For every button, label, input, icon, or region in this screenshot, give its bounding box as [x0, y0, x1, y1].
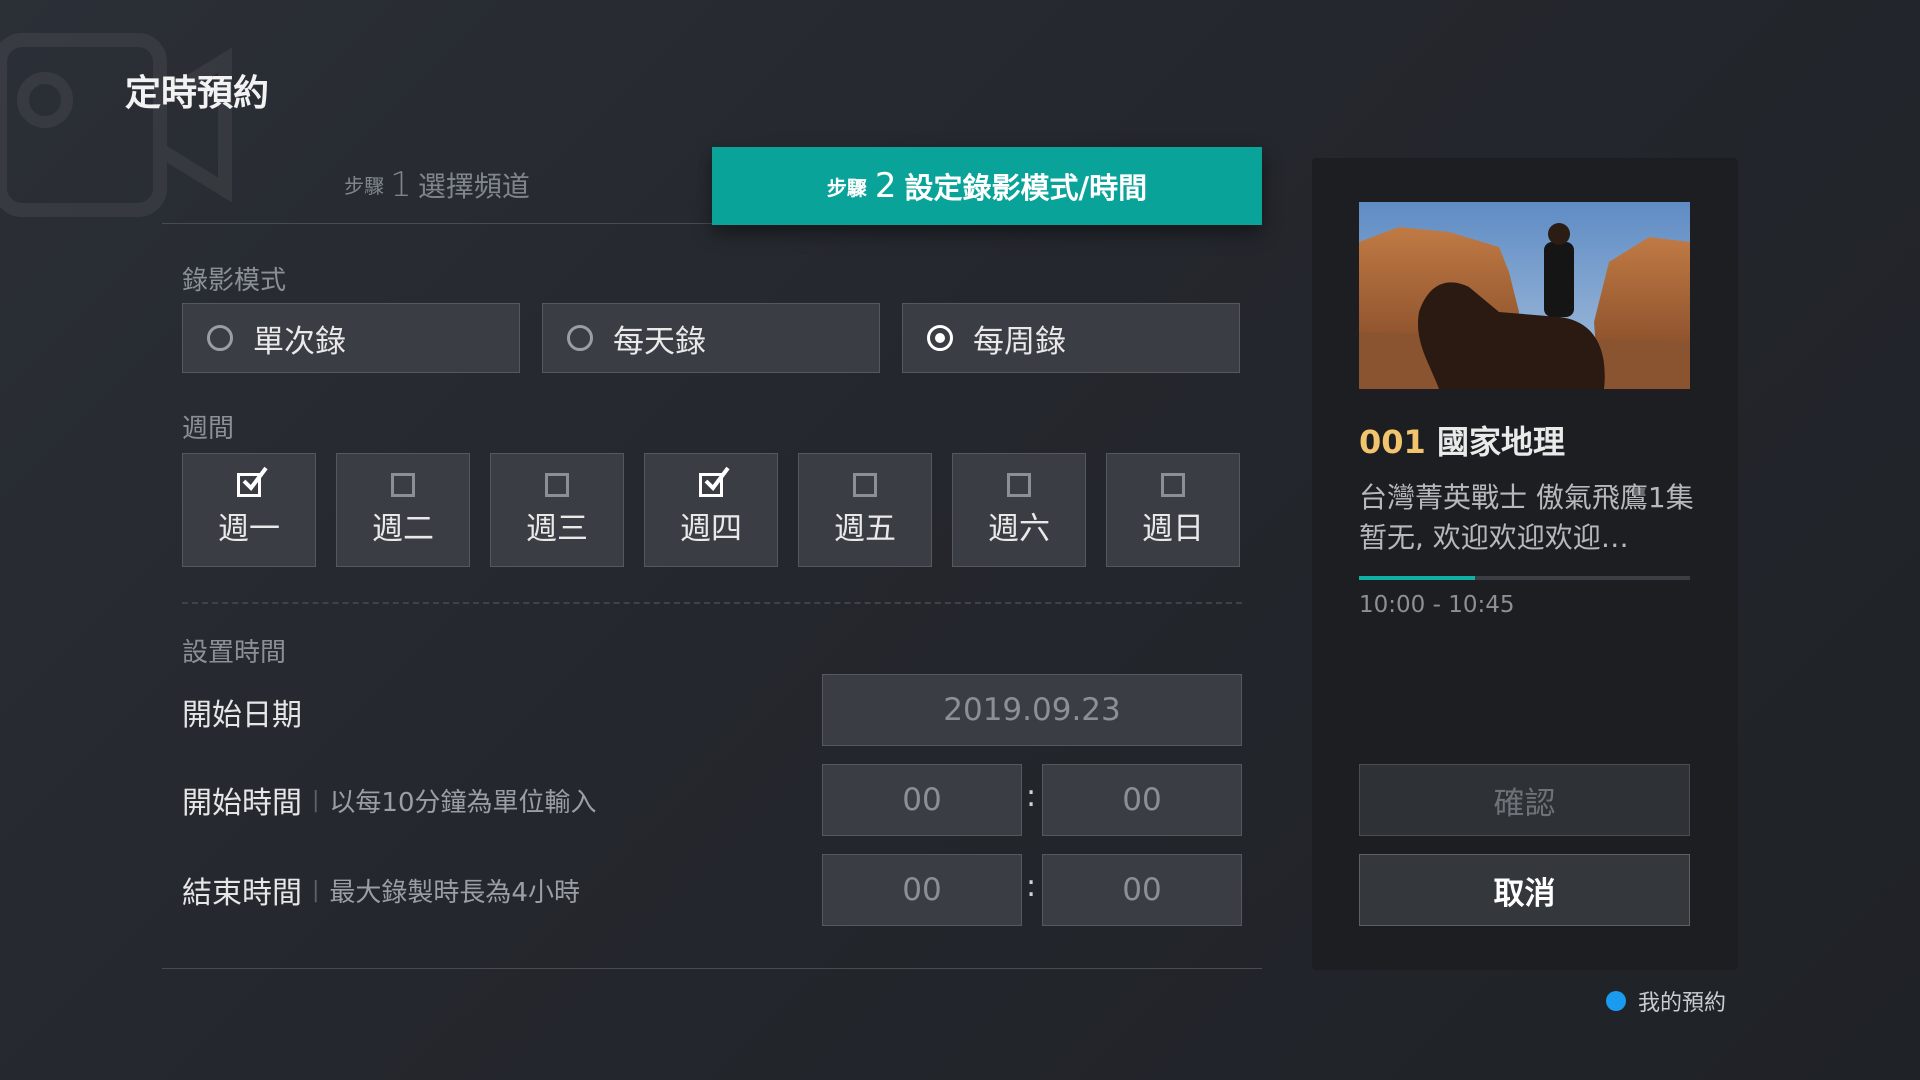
weekday-thu[interactable]: 週四	[644, 453, 778, 567]
checkbox-icon	[545, 472, 569, 497]
confirm-button[interactable]: 確認	[1359, 764, 1690, 836]
weekday-label: 週四	[680, 510, 742, 547]
page-title: 定時預約	[125, 73, 270, 114]
separator-bar: |	[312, 877, 320, 903]
weekday-wed[interactable]: 週三	[490, 453, 624, 567]
checkbox-icon	[391, 472, 415, 497]
weekday-label: 週六	[988, 510, 1050, 547]
program-time-range: 10:00 - 10:45	[1359, 592, 1515, 618]
mode-option-label: 每天錄	[613, 323, 706, 360]
checkbox-checked-icon	[237, 466, 268, 497]
weekday-fri[interactable]: 週五	[798, 453, 932, 567]
channel-title: 001 國家地理	[1359, 417, 1565, 463]
time-colon: :	[1026, 779, 1037, 814]
bottom-divider	[162, 968, 1262, 969]
progress-fill	[1359, 576, 1475, 580]
step-1-prefix: 步驟	[344, 174, 385, 198]
step-2-prefix: 步驟	[826, 175, 867, 200]
weekday-label: 週日	[1142, 510, 1204, 547]
checkbox-icon	[1161, 472, 1185, 497]
checkbox-icon	[853, 472, 877, 497]
weekday-label: 週二	[372, 510, 434, 547]
step-1-number: 1	[390, 164, 412, 205]
weekdays-label: 週間	[182, 414, 235, 444]
mode-option-weekly[interactable]: 每周錄	[902, 303, 1240, 373]
tab-step-2[interactable]: 步驟 2 設定錄影模式/時間	[712, 147, 1262, 225]
start-time-hint: 以每10分鐘為單位輸入	[329, 787, 597, 818]
end-minute-field[interactable]: 00	[1042, 854, 1242, 926]
start-time-label: 開始時間	[182, 786, 302, 821]
radio-icon	[567, 325, 593, 351]
radio-icon	[207, 325, 233, 351]
program-thumbnail	[1359, 202, 1690, 389]
record-mode-label: 錄影模式	[182, 266, 287, 296]
time-colon: :	[1026, 869, 1037, 904]
start-hour-field[interactable]: 00	[822, 764, 1022, 836]
end-time-row-label: 結束時間 | 最大錄製時長為4小時	[182, 868, 580, 912]
legend-label: 我的預約	[1638, 991, 1727, 1016]
end-time-label: 結束時間	[182, 876, 302, 911]
channel-name: 國家地理	[1436, 423, 1565, 461]
reservation-dot-icon	[1606, 991, 1626, 1011]
end-time-hint: 最大錄製時長為4小時	[329, 877, 580, 908]
program-progress-bar	[1359, 576, 1690, 580]
cancel-button[interactable]: 取消	[1359, 854, 1690, 926]
mode-option-daily[interactable]: 每天錄	[542, 303, 880, 373]
separator-bar: |	[312, 787, 320, 813]
step-2-label: 設定錄影模式/時間	[904, 171, 1148, 205]
start-date-field[interactable]: 2019.09.23	[822, 674, 1242, 746]
radio-selected-icon	[927, 325, 953, 351]
time-settings-label: 設置時間	[182, 638, 287, 668]
section-divider	[182, 602, 1242, 604]
checkbox-checked-icon	[699, 466, 730, 497]
end-hour-field[interactable]: 00	[822, 854, 1022, 926]
my-reservations-legend[interactable]: 我的預約	[1606, 985, 1726, 1017]
tab-step-1[interactable]: 步驟 1 選擇頻道	[162, 147, 712, 222]
start-time-row-label: 開始時間 | 以每10分鐘為單位輸入	[182, 778, 597, 822]
checkbox-icon	[1007, 472, 1031, 497]
program-description: 台灣菁英戰士 傲氣飛鷹1集 暂无, 欢迎欢迎欢迎…	[1359, 481, 1694, 554]
step-1-label: 選擇頻道	[417, 169, 530, 203]
step-2-number: 2	[874, 166, 897, 206]
weekday-label: 週五	[834, 510, 896, 547]
weekday-tue[interactable]: 週二	[336, 453, 470, 567]
weekday-sat[interactable]: 週六	[952, 453, 1086, 567]
weekday-mon[interactable]: 週一	[182, 453, 316, 567]
weekday-label: 週三	[526, 510, 588, 547]
mode-option-once[interactable]: 單次錄	[182, 303, 520, 373]
mode-option-label: 單次錄	[253, 323, 346, 360]
weekday-sun[interactable]: 週日	[1106, 453, 1240, 567]
start-date-label: 開始日期	[182, 698, 302, 733]
mode-option-label: 每周錄	[973, 323, 1066, 360]
start-minute-field[interactable]: 00	[1042, 764, 1242, 836]
weekday-label: 週一	[218, 510, 280, 547]
channel-number: 001	[1359, 423, 1426, 461]
